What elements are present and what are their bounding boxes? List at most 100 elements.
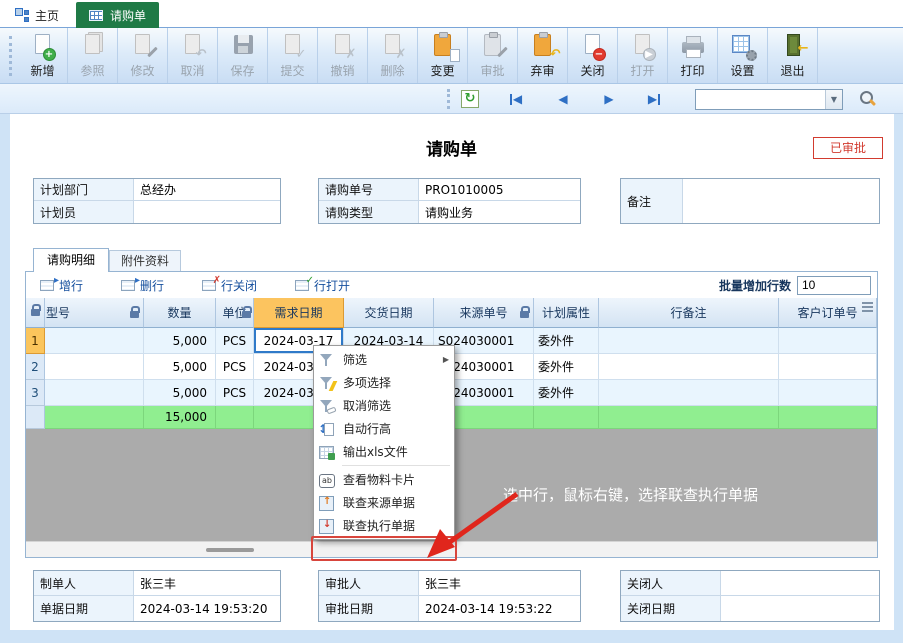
add-row-button[interactable]: ▸ 增行 [40,277,83,294]
cell-model[interactable] [45,354,144,380]
previous-record-button[interactable]: ◀ [552,90,574,108]
column-header-qty[interactable]: 数量 [144,298,216,328]
navbar-grip[interactable] [447,89,450,109]
total-row-number [26,406,45,429]
next-record-button[interactable]: ▶ [598,90,620,108]
trace-source-icon [318,495,335,511]
req-type-value[interactable]: 请购业务 [419,201,580,223]
remark-value[interactable] [683,179,879,223]
column-header-plan-attr[interactable]: 计划属性 [534,298,599,328]
scrollbar-thumb[interactable] [206,548,254,552]
cell-qty[interactable]: 5,000 [144,328,216,354]
settings-button[interactable]: 设置 [718,28,768,83]
cell-model[interactable] [45,380,144,406]
tab-home[interactable]: 主页 [6,3,68,27]
filter-icon [318,352,335,368]
print-button[interactable]: 打印 [668,28,718,83]
req-no-value[interactable]: PRO1010005 [419,179,580,201]
cell-qty[interactable]: 5,000 [144,380,216,406]
lock-icon [242,311,251,318]
cell-unit[interactable]: PCS [216,380,254,406]
window-tab-bar: 主页 请购单 [0,0,903,28]
first-record-button[interactable]: ◀ [505,90,527,108]
delete-button[interactable]: ✗ 删除 [368,28,418,83]
column-header-source-no[interactable]: 来源单号 [434,298,534,328]
delete-row-button[interactable]: ▸ 删行 [121,277,164,294]
cell-model[interactable] [45,328,144,354]
cell-unit[interactable]: PCS [216,354,254,380]
open-doc-button[interactable]: ▶ 打开 [618,28,668,83]
tab-attachments[interactable]: 附件资料 [109,250,181,271]
menu-item-filter[interactable]: 筛选 ▶ [314,348,454,371]
cell-plan-attr[interactable]: 委外件 [534,328,599,354]
column-header-unit[interactable]: 单位 [216,298,254,328]
tab-requisition-label: 请购单 [110,7,146,24]
cell-unit[interactable]: PCS [216,328,254,354]
cell-plan-attr[interactable]: 委外件 [534,380,599,406]
last-record-button[interactable]: ▶ [643,90,665,108]
cell-customer-order[interactable] [779,354,877,380]
menu-item-clear-filter[interactable]: 取消筛选 [314,394,454,417]
search-icon[interactable] [858,90,878,110]
batch-add-rows-input[interactable] [797,276,871,295]
cell-customer-order[interactable] [779,328,877,354]
cell-row-remark[interactable] [599,354,779,380]
column-header-row-remark[interactable]: 行备注 [599,298,779,328]
modify-button[interactable]: 修改 [118,28,168,83]
column-header-customer-order[interactable]: 客户订单号 [779,298,877,328]
plan-dept-value[interactable]: 总经办 [134,179,280,201]
column-header-model[interactable]: 型号 [45,298,144,328]
row-number[interactable]: 2 [26,354,45,380]
planner-value[interactable] [134,201,280,223]
tab-requisition-active[interactable]: 请购单 [76,2,159,28]
change-icon [428,32,458,60]
refresh-icon[interactable]: ↻ [461,90,479,108]
column-header-delivery-date[interactable]: 交货日期 [344,298,434,328]
open-row-button[interactable]: ✓ 行打开 [295,277,350,294]
row-number[interactable]: 3 [26,380,45,406]
cell-plan-attr[interactable]: 委外件 [534,354,599,380]
exit-button[interactable]: ← 退出 [768,28,818,83]
home-tab-icon [15,8,29,22]
menu-item-material-card[interactable]: 查看物料卡片 [314,468,454,491]
cell-customer-order[interactable] [779,380,877,406]
menu-item-export-xls[interactable]: 输出xls文件 [314,440,454,463]
row-number[interactable]: 1 [26,328,45,354]
cell-row-remark[interactable] [599,328,779,354]
column-header-demand-date[interactable]: 需求日期 [254,298,344,328]
revoke-icon: ✗ [328,32,358,60]
reference-button[interactable]: 参照 [68,28,118,83]
revoke-button[interactable]: ✗ 撤销 [318,28,368,83]
print-icon [678,32,708,60]
multi-select-filter-icon [318,375,335,391]
unapprove-button[interactable]: ↶ 弃审 [518,28,568,83]
record-search-combobox[interactable]: ▼ [695,89,843,110]
approve-button[interactable]: 审批 [468,28,518,83]
submit-button[interactable]: ✓ 提交 [268,28,318,83]
toolbar-grip[interactable] [9,36,12,76]
new-button[interactable]: + 新增 [18,28,68,83]
req-no-label: 请购单号 [319,179,419,201]
submenu-arrow-icon: ▶ [443,355,449,364]
cell-qty[interactable]: 5,000 [144,354,216,380]
record-nav-bar: ↻ ◀ ◀ ▶ ▶ ▼ [0,84,903,114]
chevron-down-icon[interactable]: ▼ [825,90,842,109]
tab-detail-active[interactable]: 请购明细 [33,248,109,272]
closer-value [721,571,879,596]
grid-corner-header[interactable] [26,298,45,328]
record-search-input[interactable] [696,90,825,109]
cell-row-remark[interactable] [599,380,779,406]
doc-date-value: 2024-03-14 19:53:20 [134,596,280,621]
exit-icon: ← [778,32,808,60]
menu-item-auto-row-height[interactable]: 自动行高 [314,417,454,440]
cancel-button[interactable]: ↶ 取消 [168,28,218,83]
column-options-icon[interactable] [862,302,873,312]
menu-item-multi-select[interactable]: 多项选择 [314,371,454,394]
grid-header-row: 型号 数量 单位 需求日期 交货日期 来源单号 计划属性 行备注 客户订单号 [26,298,877,328]
close-row-button[interactable]: ✗ 行关闭 [202,277,257,294]
close-doc-button[interactable]: − 关闭 [568,28,618,83]
status-stamp-approved: 已审批 [813,137,883,159]
approve-date-label: 审批日期 [319,596,419,621]
change-button[interactable]: 变更 [418,28,468,83]
save-button[interactable]: 保存 [218,28,268,83]
